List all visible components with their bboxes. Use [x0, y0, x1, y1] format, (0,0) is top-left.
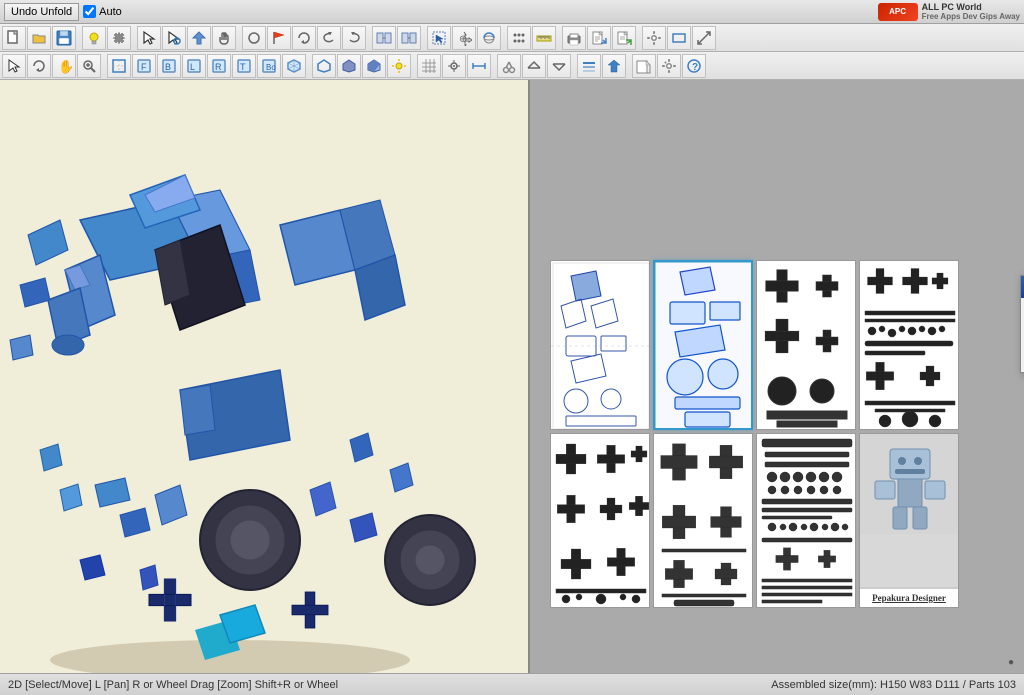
flag-button[interactable] [267, 26, 291, 50]
svg-text:F: F [141, 62, 147, 72]
resize-button[interactable] [692, 26, 716, 50]
rotate3d-button[interactable] [477, 26, 501, 50]
hand-button[interactable] [212, 26, 236, 50]
export-button[interactable] [587, 26, 611, 50]
tb2-export2[interactable] [632, 54, 656, 78]
auto-checkbox-label: Auto [83, 5, 122, 18]
tb2-wireframe[interactable] [312, 54, 336, 78]
pepakura-brand: Pepakura Designer [866, 593, 952, 603]
open-button[interactable] [27, 26, 51, 50]
2d-view[interactable]: Pepakura Designer Animation ✕ Speed Clos… [530, 80, 1024, 673]
svg-text:✋: ✋ [58, 59, 72, 74]
arrow-button[interactable] [187, 26, 211, 50]
print-button[interactable] [562, 26, 586, 50]
tb2-unflatten[interactable] [602, 54, 626, 78]
tb2-right[interactable]: R [207, 54, 231, 78]
ruler-button[interactable] [532, 26, 556, 50]
brand-logo-box: APC [878, 3, 918, 21]
dots-button[interactable] [507, 26, 531, 50]
cursor2-button[interactable] [162, 26, 186, 50]
rotate-button[interactable] [292, 26, 316, 50]
svg-text:⊕: ⊕ [459, 34, 467, 45]
titlebar: Undo Unfold Auto APC ALL PC World Free A… [0, 0, 1024, 24]
tb2-left[interactable]: L [182, 54, 206, 78]
tb2-cut[interactable] [497, 54, 521, 78]
tb2-fit[interactable] [107, 54, 131, 78]
settings-button[interactable] [107, 26, 131, 50]
statusbar-right: Assembled size(mm): H150 W83 D111 / Part… [771, 679, 1016, 691]
svg-text:B: B [165, 62, 171, 72]
tb2-flatten[interactable] [577, 54, 601, 78]
tb2-iso[interactable] [282, 54, 306, 78]
svg-text:?: ? [692, 62, 698, 73]
merge-button[interactable] [397, 26, 421, 50]
toolbar2: ✋ F B L R T Bo [0, 52, 1024, 80]
split-button[interactable] [372, 26, 396, 50]
cursor-indicator: ● [1008, 657, 1014, 668]
tb2-rotate[interactable] [27, 54, 51, 78]
robot-3d-svg [0, 140, 520, 673]
redo-button[interactable] [342, 26, 366, 50]
tb2-light[interactable] [387, 54, 411, 78]
brand-text: ALL PC World Free Apps Dev Gips Away [922, 2, 1020, 21]
statusbar: 2D [Select/Move] L [Pan] R or Wheel Drag… [0, 673, 1024, 695]
svg-text:L: L [190, 62, 195, 72]
cursor-button[interactable] [137, 26, 161, 50]
bulb-button[interactable] [82, 26, 106, 50]
tb2-bottom[interactable]: Bo [257, 54, 281, 78]
circle-button[interactable] [242, 26, 266, 50]
3d-view[interactable] [0, 80, 530, 673]
brand-logo-area: APC ALL PC World Free Apps Dev Gips Away [878, 2, 1020, 21]
svg-text:Bo: Bo [266, 63, 276, 72]
tb2-front[interactable]: F [132, 54, 156, 78]
toolbar1: ⊕ [0, 24, 1024, 52]
animation-dialog: Animation ✕ Speed Close ▶ ⏸ [1020, 275, 1024, 373]
tb2-fold[interactable] [522, 54, 546, 78]
save-button[interactable] [52, 26, 76, 50]
tb2-shade[interactable] [362, 54, 386, 78]
rect-button[interactable] [667, 26, 691, 50]
tb2-zoom[interactable] [77, 54, 101, 78]
tb2-select[interactable] [2, 54, 26, 78]
undo-unfold-button[interactable]: Undo Unfold [4, 3, 79, 21]
new-button[interactable] [2, 26, 26, 50]
main-area: Pepakura Designer Animation ✕ Speed Clos… [0, 80, 1024, 673]
tb2-unfold[interactable] [547, 54, 571, 78]
tb2-settings2[interactable] [657, 54, 681, 78]
tb2-snap[interactable] [442, 54, 466, 78]
paper-sheets-area: Pepakura Designer [550, 260, 1005, 620]
svg-text:R: R [215, 62, 222, 72]
tb2-help[interactable]: ? [682, 54, 706, 78]
undo-button[interactable] [317, 26, 341, 50]
tb2-top[interactable]: T [232, 54, 256, 78]
import-button[interactable] [612, 26, 636, 50]
tb2-pan[interactable]: ✋ [52, 54, 76, 78]
gear-button[interactable] [642, 26, 666, 50]
select2-button[interactable] [427, 26, 451, 50]
move-button[interactable]: ⊕ [452, 26, 476, 50]
statusbar-left: 2D [Select/Move] L [Pan] R or Wheel Drag… [8, 679, 771, 691]
auto-checkbox[interactable] [83, 5, 96, 18]
tb2-back[interactable]: B [157, 54, 181, 78]
tb2-measure[interactable] [467, 54, 491, 78]
svg-text:T: T [240, 62, 246, 72]
tb2-solid[interactable] [337, 54, 361, 78]
tb2-grid[interactable] [417, 54, 441, 78]
